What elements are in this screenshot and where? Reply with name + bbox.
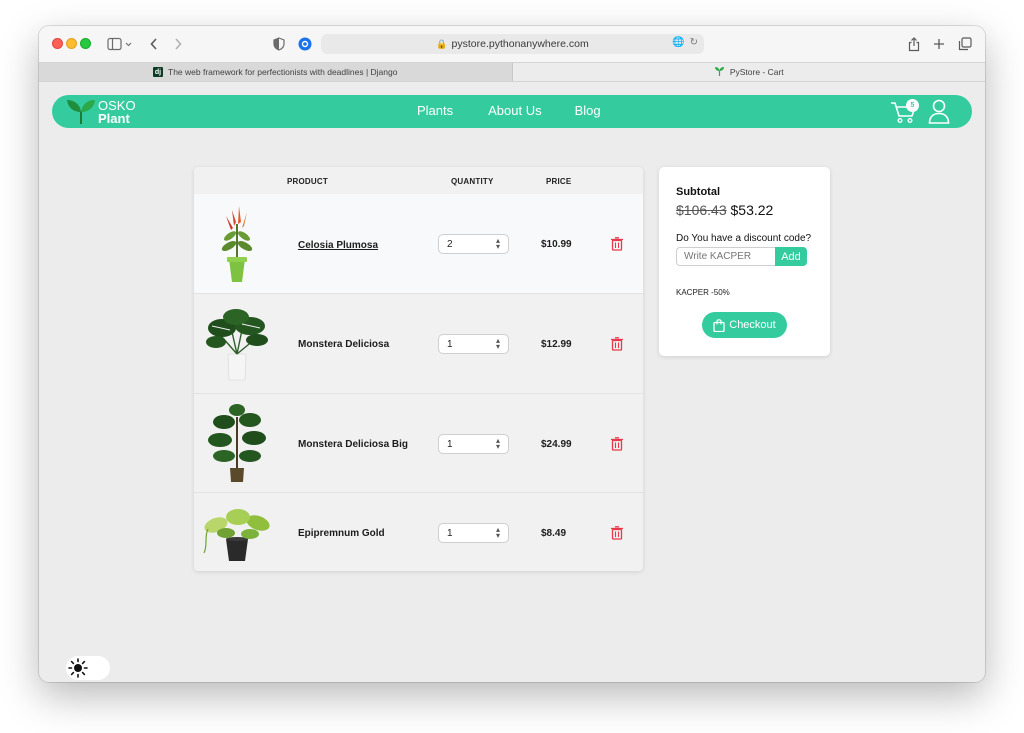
table-row: Monstera Deliciosa 1 ▴ ▾ $12.99: [194, 294, 643, 394]
zoom-window-button[interactable]: [80, 38, 91, 49]
url-text: pystore.pythonanywhere.com: [451, 38, 589, 50]
new-tab-icon[interactable]: [932, 34, 946, 54]
quantity-stepper[interactable]: 2 ▴ ▾: [438, 234, 509, 254]
trash-icon[interactable]: [611, 437, 623, 451]
browser-toolbar: 🔒 pystore.pythonanywhere.com 🌐 ↻: [39, 26, 985, 62]
shopping-bag-icon: [713, 318, 725, 332]
product-name: Epipremnum Gold: [298, 528, 385, 539]
back-icon[interactable]: [147, 34, 161, 54]
plant-image-monstera: [206, 309, 268, 381]
leaf-logo-icon: [67, 100, 95, 124]
sun-icon: [68, 658, 88, 678]
page-content: OSKO Plant Plants About Us Blog 5 PRODUC…: [39, 83, 985, 682]
subtotal-title: Subtotal: [676, 186, 720, 198]
table-row: Celosia Plumosa 2 ▴ ▾ $10.99: [194, 194, 643, 294]
lock-icon: 🔒: [436, 38, 448, 49]
original-price: $106.43: [676, 202, 727, 218]
header-price: PRICE: [546, 177, 572, 186]
discount-question: Do You have a discount code?: [676, 233, 812, 244]
product-price: $8.49: [541, 528, 567, 539]
table-row: Epipremnum Gold 1 ▴ ▾ $8.49: [194, 493, 643, 571]
site-logo[interactable]: OSKO Plant: [66, 98, 136, 125]
tab-django[interactable]: dj The web framework for perfectionists …: [39, 63, 513, 81]
sprout-icon: [714, 66, 725, 79]
tab-title: The web framework for perfectionists wit…: [168, 67, 398, 77]
share-icon[interactable]: [907, 34, 921, 54]
translate-icon[interactable]: 🌐: [672, 37, 684, 48]
address-bar[interactable]: 🔒 pystore.pythonanywhere.com 🌐 ↻: [321, 34, 704, 54]
site-navbar: OSKO Plant Plants About Us Blog 5: [52, 95, 972, 128]
extension-icon[interactable]: [297, 34, 313, 54]
quantity-value: 2: [447, 238, 453, 250]
stepper-arrows-icon[interactable]: ▴ ▾: [496, 526, 500, 540]
nav-link-plants[interactable]: Plants: [417, 103, 453, 118]
cart-table: PRODUCT QUANTITY PRICE Celosia Plumosa 2…: [194, 167, 643, 571]
forward-icon[interactable]: [171, 34, 185, 54]
quantity-stepper[interactable]: 1 ▴ ▾: [438, 434, 509, 454]
tab-overview-icon[interactable]: [957, 34, 973, 54]
sidebar-toggle-icon[interactable]: [105, 34, 135, 54]
logo-bottom-text: Plant: [98, 110, 130, 126]
product-price: $24.99: [541, 439, 572, 450]
trash-icon[interactable]: [611, 526, 623, 540]
nav-links: Plants About Us Blog: [417, 103, 601, 118]
theme-toggle[interactable]: [66, 656, 110, 680]
logo-top-text: OSKO: [98, 97, 136, 113]
stepper-arrows-icon[interactable]: ▴ ▾: [496, 337, 500, 351]
subtotal-card: Subtotal $106.43 $53.22 Do You have a di…: [659, 167, 830, 356]
quantity-value: 1: [447, 338, 453, 350]
reload-icon[interactable]: ↻: [690, 37, 698, 48]
trash-icon[interactable]: [611, 237, 623, 251]
header-product: PRODUCT: [287, 177, 328, 186]
plant-image-epipremnum: [203, 509, 270, 561]
quantity-stepper[interactable]: 1 ▴ ▾: [438, 523, 509, 543]
nav-link-blog[interactable]: Blog: [575, 103, 601, 118]
cart-count-badge: 5: [906, 99, 919, 112]
django-favicon-icon: dj: [153, 67, 164, 77]
quantity-value: 1: [447, 527, 453, 539]
browser-window: 🔒 pystore.pythonanywhere.com 🌐 ↻ dj The …: [39, 26, 985, 682]
checkout-label: Checkout: [729, 319, 776, 331]
product-name-link[interactable]: Celosia Plumosa: [298, 240, 378, 251]
trash-icon[interactable]: [611, 337, 623, 351]
product-price: $12.99: [541, 339, 572, 350]
user-account-button[interactable]: [928, 99, 950, 124]
plant-image-monstera-big: [208, 404, 266, 482]
quantity-stepper[interactable]: 1 ▴ ▾: [438, 334, 509, 354]
close-window-button[interactable]: [52, 38, 63, 49]
discounted-price: $53.22: [730, 202, 774, 218]
product-name: Monstera Deliciosa Big: [298, 439, 409, 450]
checkout-button[interactable]: Checkout: [702, 312, 787, 338]
header-quantity: QUANTITY: [451, 177, 494, 186]
cart-button[interactable]: 5: [890, 99, 920, 125]
plant-image-celosia: [221, 206, 253, 282]
discount-code-input[interactable]: [676, 247, 775, 266]
nav-link-about-us[interactable]: About Us: [488, 103, 541, 118]
applied-discount: KACPER -50%: [676, 288, 730, 297]
stepper-arrows-icon[interactable]: ▴ ▾: [496, 437, 500, 451]
product-name: Monstera Deliciosa: [298, 339, 390, 350]
table-row: Monstera Deliciosa Big 1 ▴ ▾ $24.99: [194, 394, 643, 493]
minimize-window-button[interactable]: [66, 38, 77, 49]
add-discount-button[interactable]: Add: [775, 247, 807, 266]
quantity-value: 1: [447, 438, 453, 450]
privacy-shield-icon[interactable]: [272, 34, 286, 54]
product-price: $10.99: [541, 239, 572, 250]
user-icon: [928, 99, 950, 124]
tab-pystore-cart[interactable]: PyStore - Cart: [512, 63, 985, 81]
stepper-arrows-icon[interactable]: ▴ ▾: [496, 237, 500, 251]
tab-bar: dj The web framework for perfectionists …: [39, 62, 985, 82]
subtotal-prices: $106.43 $53.22: [676, 202, 773, 218]
tab-title: PyStore - Cart: [729, 67, 784, 77]
